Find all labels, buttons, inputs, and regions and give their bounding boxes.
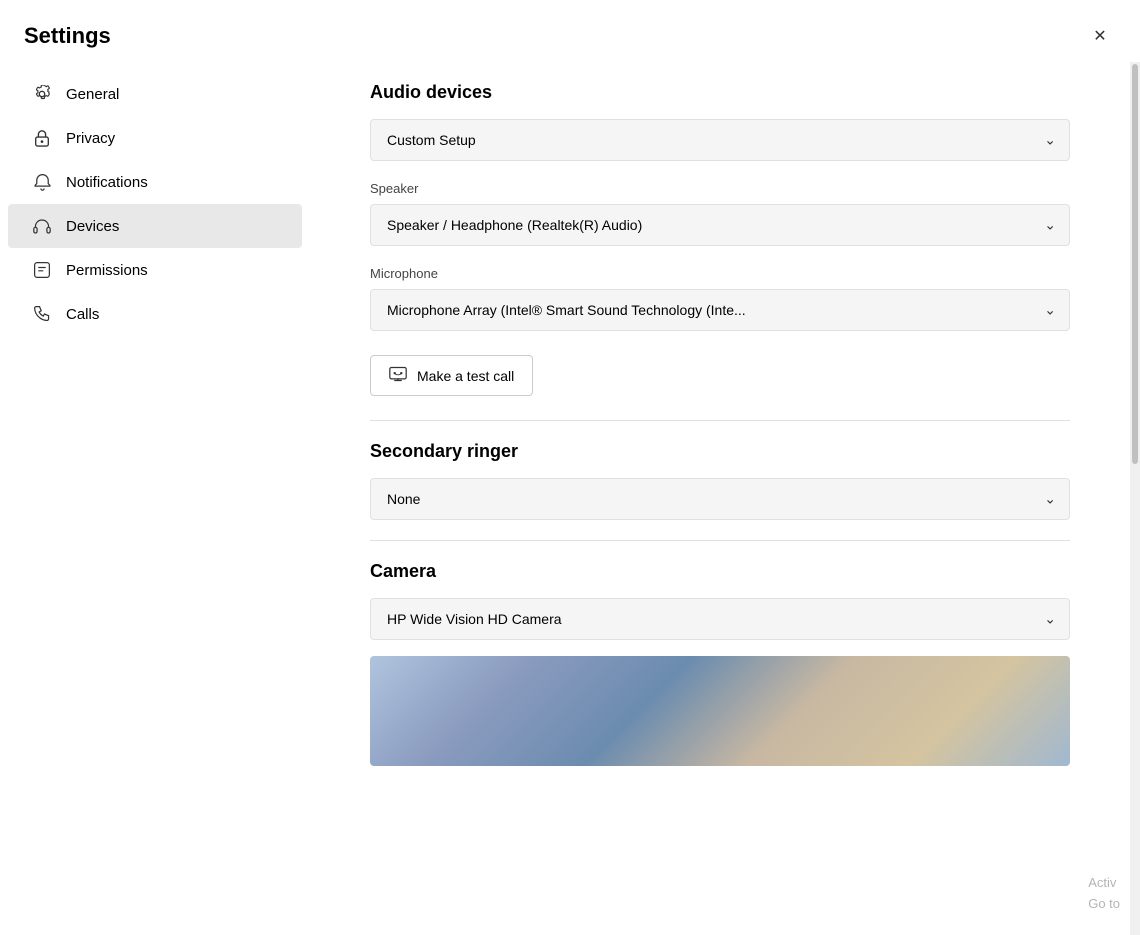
phone-icon <box>32 304 52 324</box>
microphone-section: Microphone Microphone Array (Intel® Smar… <box>370 266 1070 331</box>
camera-section: Camera HP Wide Vision HD Camera ⌄ <box>370 561 1070 766</box>
main-content: Audio devices Custom Setup ⌄ Speaker Spe… <box>310 62 1130 935</box>
microphone-dropdown-wrapper: Microphone Array (Intel® Smart Sound Tec… <box>370 289 1070 331</box>
microphone-label: Microphone <box>370 266 1070 281</box>
sidebar-item-general[interactable]: General <box>8 72 302 116</box>
secondary-ringer-section: Secondary ringer None ⌄ <box>370 441 1070 520</box>
settings-window: Settings ✕ General <box>0 0 1140 935</box>
camera-preview <box>370 656 1070 766</box>
sidebar: General Privacy <box>0 62 310 935</box>
headphone-icon <box>32 216 52 236</box>
divider-1 <box>370 420 1070 421</box>
speaker-select[interactable]: Speaker / Headphone (Realtek(R) Audio) <box>370 204 1070 246</box>
watermark: Activ Go to <box>1088 873 1120 915</box>
camera-dropdown-wrapper: HP Wide Vision HD Camera ⌄ <box>370 598 1070 640</box>
sidebar-label-calls: Calls <box>66 306 99 323</box>
bell-icon <box>32 172 52 192</box>
speaker-label: Speaker <box>370 181 1070 196</box>
sidebar-item-calls[interactable]: Calls <box>8 292 302 336</box>
speaker-dropdown-wrapper: Speaker / Headphone (Realtek(R) Audio) ⌄ <box>370 204 1070 246</box>
speaker-section: Speaker Speaker / Headphone (Realtek(R) … <box>370 181 1070 246</box>
scrollbar-thumb[interactable] <box>1132 64 1138 464</box>
sidebar-label-permissions: Permissions <box>66 262 148 279</box>
scrollbar[interactable] <box>1130 62 1140 935</box>
camera-title: Camera <box>370 561 1070 582</box>
close-button[interactable]: ✕ <box>1084 20 1116 52</box>
sidebar-item-permissions[interactable]: Permissions <box>8 248 302 292</box>
secondary-ringer-dropdown-wrapper: None ⌄ <box>370 478 1070 520</box>
secondary-ringer-title: Secondary ringer <box>370 441 1070 462</box>
lock-icon <box>32 128 52 148</box>
sidebar-label-general: General <box>66 86 119 103</box>
audio-device-dropdown-wrapper: Custom Setup ⌄ <box>370 119 1070 161</box>
camera-select[interactable]: HP Wide Vision HD Camera <box>370 598 1070 640</box>
secondary-ringer-select[interactable]: None <box>370 478 1070 520</box>
test-call-icon <box>389 366 407 385</box>
sidebar-label-devices: Devices <box>66 218 119 235</box>
sidebar-label-privacy: Privacy <box>66 130 115 147</box>
window-title: Settings <box>24 23 111 49</box>
audio-devices-title: Audio devices <box>370 82 1070 103</box>
title-bar: Settings ✕ <box>0 0 1140 62</box>
badge-icon <box>32 260 52 280</box>
sidebar-item-privacy[interactable]: Privacy <box>8 116 302 160</box>
sidebar-item-notifications[interactable]: Notifications <box>8 160 302 204</box>
content-area: General Privacy <box>0 62 1140 935</box>
divider-2 <box>370 540 1070 541</box>
sidebar-label-notifications: Notifications <box>66 174 148 191</box>
test-call-button[interactable]: Make a test call <box>370 355 533 396</box>
gear-icon <box>32 84 52 104</box>
sidebar-item-devices[interactable]: Devices <box>8 204 302 248</box>
audio-device-select[interactable]: Custom Setup <box>370 119 1070 161</box>
test-call-label: Make a test call <box>417 368 514 384</box>
audio-devices-section: Audio devices Custom Setup ⌄ <box>370 82 1070 161</box>
microphone-select[interactable]: Microphone Array (Intel® Smart Sound Tec… <box>370 289 1070 331</box>
